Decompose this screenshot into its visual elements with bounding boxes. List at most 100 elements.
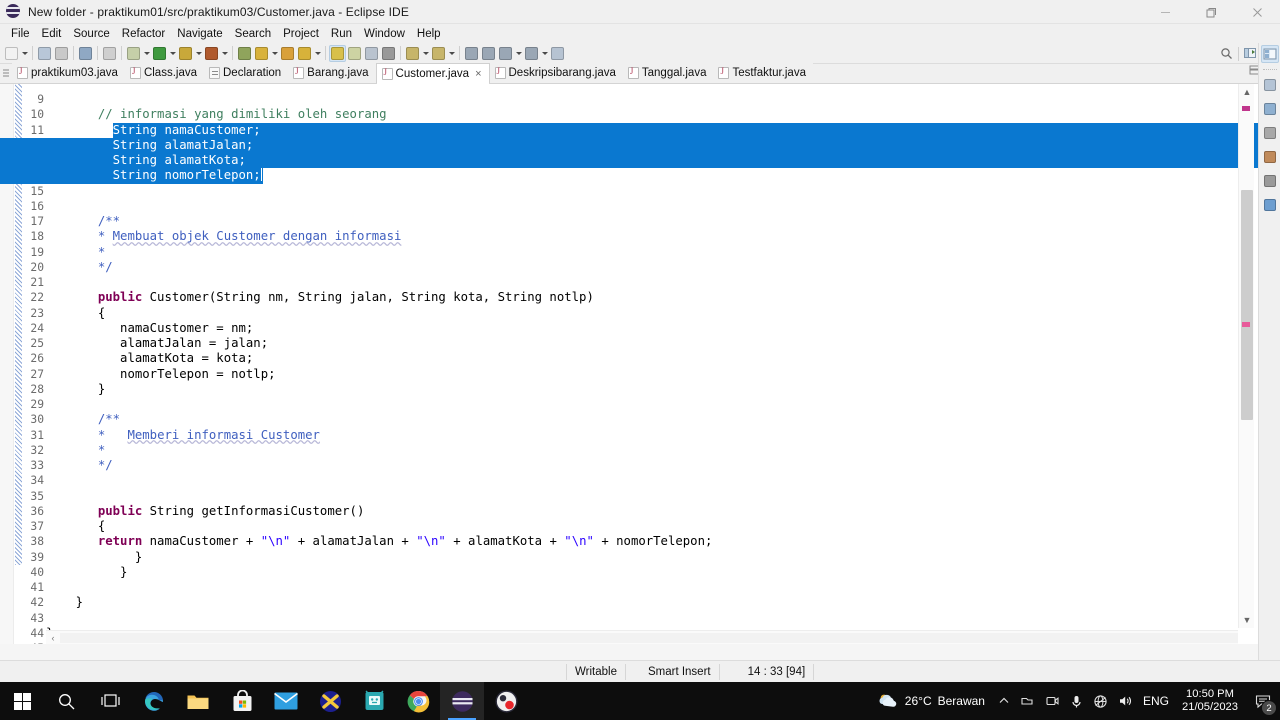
code-line[interactable]: * [46, 245, 1238, 260]
menu-item-help[interactable]: Help [411, 26, 447, 42]
code-line[interactable]: } [46, 595, 1238, 610]
code-line[interactable]: * Membuat objek Customer dengan informas… [46, 229, 1238, 244]
new-class-icon[interactable] [279, 45, 296, 62]
clock[interactable]: 10:50 PM 21/05/2023 [1174, 688, 1246, 714]
tray-chevron-icon[interactable] [993, 682, 1015, 720]
overview-ruler-marker[interactable] [1242, 106, 1250, 111]
vertical-scroll-thumb[interactable] [1241, 190, 1253, 420]
search-icon[interactable] [101, 45, 118, 62]
external-tools-icon[interactable] [296, 45, 313, 62]
search-icon[interactable] [44, 682, 88, 720]
overview-ruler-marker[interactable] [1242, 322, 1250, 327]
editor-tab-tanggal-java[interactable]: Tanggal.java [622, 63, 714, 83]
code-line[interactable] [46, 184, 1238, 199]
scroll-left-arrow[interactable]: ‹ [46, 631, 60, 645]
code-line[interactable] [46, 199, 1238, 214]
menu-item-window[interactable]: Window [358, 26, 411, 42]
menu-item-run[interactable]: Run [325, 26, 358, 42]
menu-item-refactor[interactable]: Refactor [116, 26, 171, 42]
forward-history-icon[interactable] [523, 45, 540, 62]
editor-tab-deskripsibarang-java[interactable]: Deskripsibarang.java [489, 63, 623, 83]
back-history-icon[interactable] [497, 45, 514, 62]
editor-tab-close-icon[interactable]: × [475, 68, 481, 80]
forward-icon[interactable] [480, 45, 497, 62]
new-wizard-icon[interactable] [3, 45, 20, 62]
code-line[interactable] [46, 397, 1238, 412]
save-icon[interactable] [36, 45, 53, 62]
editor-tab-praktikum03-java[interactable]: praktikum03.java [12, 63, 125, 83]
new-package-dropdown-arrow-icon[interactable] [270, 45, 279, 62]
previous-annotation-icon[interactable] [430, 45, 447, 62]
editor-tab-testfaktur-java[interactable]: Testfaktur.java [713, 63, 813, 83]
eclipse-icon[interactable] [440, 682, 484, 720]
scroll-down-arrow[interactable]: ▼ [1239, 612, 1255, 628]
next-annotation-icon[interactable] [404, 45, 421, 62]
menu-item-file[interactable]: File [5, 26, 36, 42]
editor-tab-customer-java[interactable]: Customer.java × [375, 63, 490, 84]
code-line[interactable]: * Memberi informasi Customer [46, 428, 1238, 443]
file-explorer-icon[interactable] [176, 682, 220, 720]
build-all-icon[interactable] [125, 45, 142, 62]
code-line[interactable]: } [46, 382, 1238, 397]
editor-tab-declaration[interactable]: Declaration [204, 63, 289, 83]
onedrive-icon[interactable] [1015, 682, 1040, 720]
forward-history-dropdown-arrow-icon[interactable] [540, 45, 549, 62]
pilcrow-icon[interactable] [380, 45, 397, 62]
code-line[interactable] [46, 611, 1238, 626]
editor-tab-class-java[interactable]: Class.java [124, 63, 204, 83]
code-line[interactable]: String nomorTelepon; [0, 168, 1238, 184]
build-all-dropdown-arrow-icon[interactable] [142, 45, 151, 62]
code-line[interactable]: nomorTelepon = notlp; [46, 367, 1238, 382]
code-line[interactable]: /** [46, 214, 1238, 229]
search-view[interactable] [1261, 172, 1279, 190]
code-line[interactable]: public Customer(String nm, String jalan,… [46, 290, 1238, 305]
skip-all-breakpoints-icon[interactable] [346, 45, 363, 62]
weather-widget[interactable]: 26°C Berawan [869, 692, 993, 710]
back-history-dropdown-arrow-icon[interactable] [514, 45, 523, 62]
scroll-up-arrow[interactable]: ▲ [1239, 84, 1255, 100]
open-task-icon[interactable] [363, 45, 380, 62]
run-dropdown-arrow-icon[interactable] [168, 45, 177, 62]
screen-record-icon[interactable] [1040, 682, 1065, 720]
code-line[interactable]: namaCustomer = nm; [46, 321, 1238, 336]
save-all-icon[interactable] [53, 45, 70, 62]
code-line[interactable]: alamatJalan = jalan; [46, 336, 1238, 351]
microphone-icon[interactable] [1065, 682, 1088, 720]
external-tools-dropdown-arrow-icon[interactable] [313, 45, 322, 62]
code-line[interactable] [46, 473, 1238, 488]
restore-view-icon[interactable] [1260, 45, 1279, 63]
restore-button[interactable] [1188, 0, 1234, 24]
code-line[interactable]: */ [46, 260, 1238, 275]
new-java-project-icon[interactable] [236, 45, 253, 62]
microsoft-store-icon[interactable] [220, 682, 264, 720]
new-package-icon[interactable] [253, 45, 270, 62]
code-line[interactable] [46, 580, 1238, 595]
vertical-scrollbar[interactable]: ▲ ▼ [1238, 84, 1254, 628]
restore-view[interactable] [1261, 76, 1279, 94]
console-view[interactable] [1261, 196, 1279, 214]
package-explorer[interactable] [1261, 100, 1279, 118]
next-annotation-dropdown-arrow-icon[interactable] [421, 45, 430, 62]
chrome-icon[interactable] [396, 682, 440, 720]
tab-list-icon[interactable] [0, 63, 12, 83]
minimize-button[interactable] [1142, 0, 1188, 24]
menu-item-search[interactable]: Search [229, 26, 277, 42]
code-line[interactable]: * [46, 443, 1238, 458]
obs-icon[interactable] [484, 682, 528, 720]
edge-icon[interactable] [132, 682, 176, 720]
network-icon[interactable] [1088, 682, 1113, 720]
code-line[interactable] [46, 275, 1238, 290]
volume-icon[interactable] [1113, 682, 1138, 720]
code-line[interactable]: alamatKota = kota; [46, 351, 1238, 366]
code-line[interactable]: return namaCustomer + "\n" + alamatJalan… [46, 534, 1238, 549]
coverage-dropdown-arrow-icon[interactable] [220, 45, 229, 62]
menu-item-project[interactable]: Project [277, 26, 325, 42]
code-line[interactable]: /** [46, 412, 1238, 427]
print-icon[interactable] [77, 45, 94, 62]
horizontal-scroll-track[interactable] [60, 632, 1238, 643]
xbox-icon[interactable] [308, 682, 352, 720]
pin-editor-icon[interactable] [549, 45, 566, 62]
task-view-icon[interactable] [88, 682, 132, 720]
code-line[interactable]: } [46, 565, 1238, 580]
code-line[interactable]: String alamatKota; [0, 153, 1280, 169]
